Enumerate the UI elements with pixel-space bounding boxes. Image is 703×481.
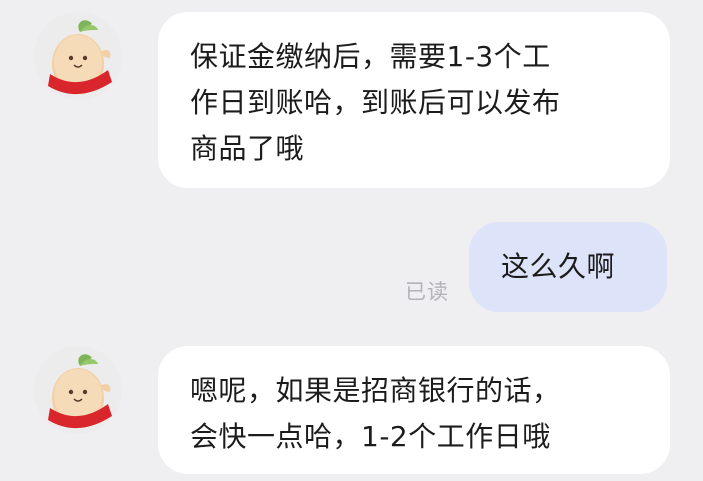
- agent-avatar[interactable]: [34, 12, 122, 100]
- message-text-line: 会快一点哈，1-2个工作日哦: [190, 420, 551, 453]
- sweet-potato-mascot-icon: [34, 346, 122, 434]
- message-text-line: 这么久啊: [501, 250, 616, 283]
- message-text-line: 嗯呢，如果是招商银行的话，: [190, 374, 561, 407]
- outgoing-message-bubble[interactable]: 这么久啊: [469, 222, 667, 312]
- message-text-line: 保证金缴纳后，需要1-3个工: [190, 40, 551, 73]
- sweet-potato-mascot-icon: [34, 12, 122, 100]
- message-text-line: 作日到账哈，到账后可以发布: [190, 86, 561, 119]
- read-status-label: 已读: [405, 280, 449, 304]
- incoming-message-bubble[interactable]: 嗯呢，如果是招商银行的话， 会快一点哈，1-2个工作日哦: [158, 346, 670, 474]
- message-text-line: 商品了哦: [190, 132, 305, 165]
- agent-avatar[interactable]: [34, 346, 122, 434]
- incoming-message-bubble[interactable]: 保证金缴纳后，需要1-3个工 作日到账哈，到账后可以发布 商品了哦: [158, 12, 670, 188]
